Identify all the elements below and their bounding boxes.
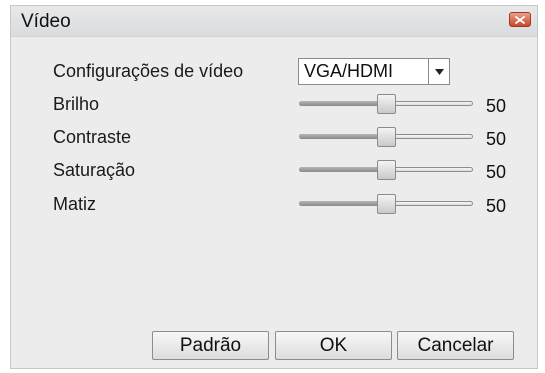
close-button[interactable] bbox=[509, 12, 531, 27]
slider-fill bbox=[299, 134, 386, 139]
slider-fill bbox=[299, 201, 386, 206]
slider-thumb[interactable] bbox=[377, 160, 396, 180]
brightness-value: 50 bbox=[486, 96, 507, 116]
video-config-label: Configurações de vídeo bbox=[53, 61, 244, 81]
slider-thumb[interactable] bbox=[377, 94, 396, 114]
contrast-label: Contraste bbox=[53, 127, 132, 147]
saturation-label: Saturação bbox=[53, 160, 136, 180]
window-title: Vídeo bbox=[21, 11, 71, 32]
title-bar[interactable]: Vídeo bbox=[11, 6, 537, 37]
brightness-slider[interactable] bbox=[299, 94, 473, 114]
slider-thumb[interactable] bbox=[377, 194, 396, 214]
hue-label: Matiz bbox=[53, 194, 97, 214]
saturation-slider[interactable] bbox=[299, 160, 473, 180]
video-config-value: VGA/HDMI bbox=[304, 61, 394, 81]
default-button[interactable]: Padrão bbox=[152, 331, 269, 360]
dropdown-arrow-button[interactable] bbox=[428, 59, 449, 84]
contrast-value: 50 bbox=[486, 129, 507, 149]
hue-slider[interactable] bbox=[299, 194, 473, 214]
chevron-down-icon bbox=[434, 68, 444, 75]
slider-fill bbox=[299, 167, 386, 172]
brightness-label: Brilho bbox=[53, 94, 100, 114]
ok-button[interactable]: OK bbox=[275, 331, 392, 360]
close-icon bbox=[515, 15, 525, 24]
contrast-slider[interactable] bbox=[299, 127, 473, 147]
video-config-select[interactable]: VGA/HDMI bbox=[298, 58, 450, 85]
slider-thumb[interactable] bbox=[377, 127, 396, 147]
cancel-button[interactable]: Cancelar bbox=[397, 331, 514, 360]
saturation-value: 50 bbox=[486, 162, 507, 182]
hue-value: 50 bbox=[486, 196, 507, 216]
slider-fill bbox=[299, 101, 386, 106]
video-dialog: Vídeo Configurações de vídeo VGA/HDMI Br… bbox=[10, 5, 538, 369]
